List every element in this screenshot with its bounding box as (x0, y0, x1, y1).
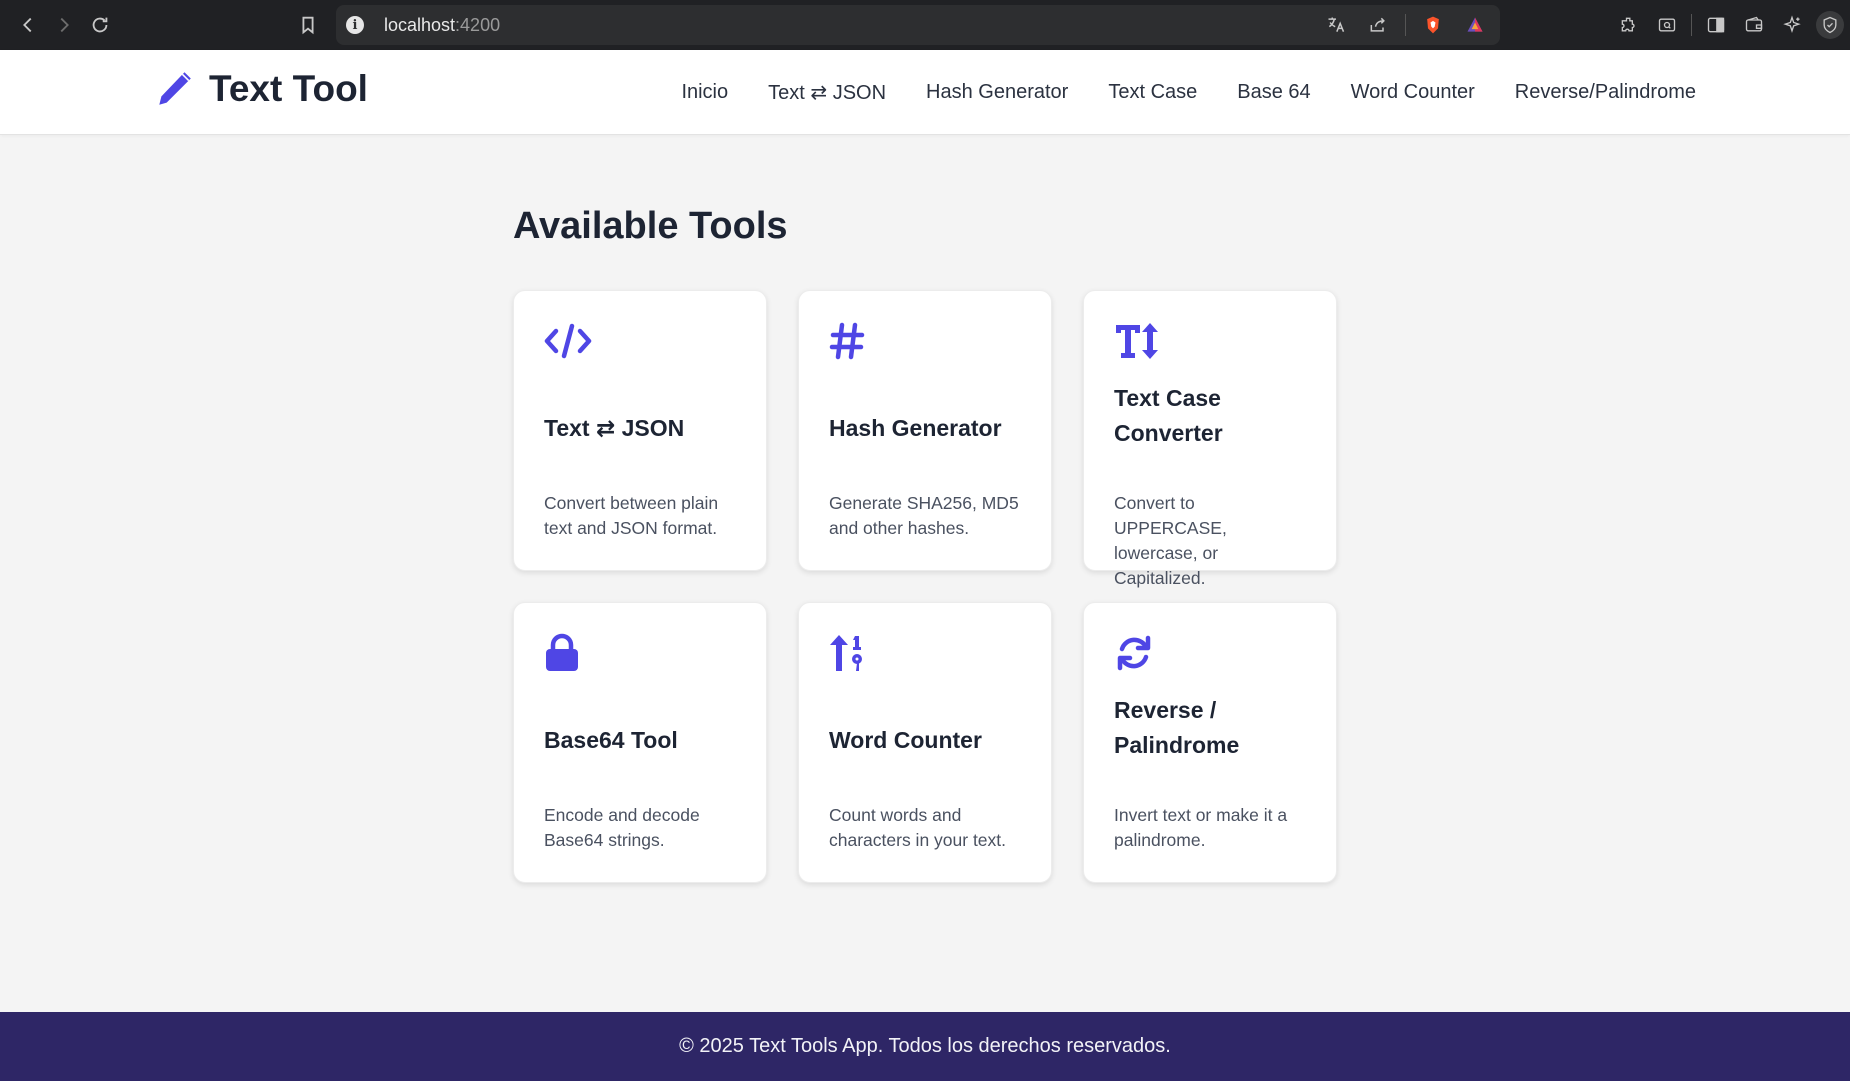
share-icon[interactable] (1363, 10, 1393, 40)
tool-card-text-case[interactable]: Text Case Converter Convert to UPPERCASE… (1083, 290, 1337, 588)
card-description: Count words and characters in your text. (829, 805, 1007, 850)
nav-reverse-palindrome[interactable]: Reverse/Palindrome (1515, 81, 1696, 104)
brave-shield-icon[interactable] (1418, 10, 1448, 40)
text-height-icon (1114, 321, 1306, 365)
hash-icon (829, 321, 1021, 365)
site-info-icon[interactable]: i (346, 16, 364, 34)
back-icon[interactable] (10, 7, 46, 43)
card-title: Reverse / Palindrome (1114, 697, 1240, 758)
nav-base64[interactable]: Base 64 (1237, 81, 1310, 104)
nav-word-counter[interactable]: Word Counter (1351, 81, 1475, 104)
brand-name: Text Tool (209, 68, 368, 109)
tool-card-reverse-palindrome[interactable]: Reverse / Palindrome Invert text or make… (1083, 602, 1337, 883)
browser-toolbar: i localhost:4200 (0, 0, 1850, 50)
footer-copyright: © 2025 Text Tools App. Todos los derecho… (679, 1035, 1171, 1057)
brave-rewards-icon[interactable] (1460, 10, 1490, 40)
url-port: :4200 (455, 14, 501, 35)
app-footer: © 2025 Text Tools App. Todos los derecho… (0, 1012, 1850, 1081)
nav-text-case[interactable]: Text Case (1108, 81, 1197, 104)
card-title: Text Case Converter (1114, 385, 1223, 446)
reload-icon[interactable] (82, 7, 118, 43)
card-description: Generate SHA256, MD5 and other hashes. (829, 493, 1019, 538)
card-title: Hash Generator (829, 415, 1002, 441)
leo-ai-icon[interactable] (1778, 11, 1806, 39)
vpn-shield-icon[interactable] (1816, 11, 1844, 39)
card-description: Convert between plain text and JSON form… (544, 493, 719, 538)
extensions-icon[interactable] (1615, 11, 1643, 39)
card-description: Encode and decode Base64 strings. (544, 805, 700, 850)
sync-icon (1114, 633, 1306, 677)
translate-icon[interactable] (1321, 10, 1351, 40)
code-icon (544, 321, 736, 365)
tool-card-base64[interactable]: Base64 Tool Encode and decode Base64 str… (513, 602, 767, 883)
nav-hash-generator[interactable]: Hash Generator (926, 81, 1068, 104)
forward-icon[interactable] (46, 7, 82, 43)
card-title: Base64 Tool (544, 727, 678, 753)
tab-search-icon[interactable] (1653, 11, 1681, 39)
tool-card-text-json[interactable]: Text ⇄ JSON Convert between plain text a… (513, 290, 767, 571)
wallet-icon[interactable] (1740, 11, 1768, 39)
sort-numeric-icon (829, 633, 1021, 677)
tool-card-hash-generator[interactable]: Hash Generator Generate SHA256, MD5 and … (798, 290, 1052, 571)
nav-inicio[interactable]: Inicio (681, 81, 728, 104)
brand-logo[interactable]: Text Tool (153, 68, 368, 110)
pencil-icon (159, 72, 191, 105)
lock-icon (544, 633, 736, 677)
divider (1691, 14, 1692, 36)
tool-card-word-counter[interactable]: Word Counter Count words and characters … (798, 602, 1052, 883)
card-description: Invert text or make it a palindrome. (1114, 805, 1288, 850)
tools-grid: Text ⇄ JSON Convert between plain text a… (513, 290, 1339, 883)
card-title: Word Counter (829, 727, 982, 753)
card-description: Convert to UPPERCASE, lowercase, or Capi… (1114, 493, 1227, 588)
url-host: localhost (384, 14, 456, 35)
page-title: Available Tools (513, 205, 788, 247)
nav-text-json[interactable]: Text ⇄ JSON (768, 80, 886, 105)
sidebar-icon[interactable] (1702, 11, 1730, 39)
main-nav: Inicio Text ⇄ JSON Hash Generator Text C… (641, 50, 1696, 135)
bookmark-icon[interactable] (290, 7, 326, 43)
card-title: Text ⇄ JSON (544, 415, 685, 441)
address-bar[interactable]: i localhost:4200 (336, 5, 1500, 45)
app-header: Text Tool Inicio Text ⇄ JSON Hash Genera… (0, 50, 1850, 135)
divider (1405, 14, 1406, 36)
